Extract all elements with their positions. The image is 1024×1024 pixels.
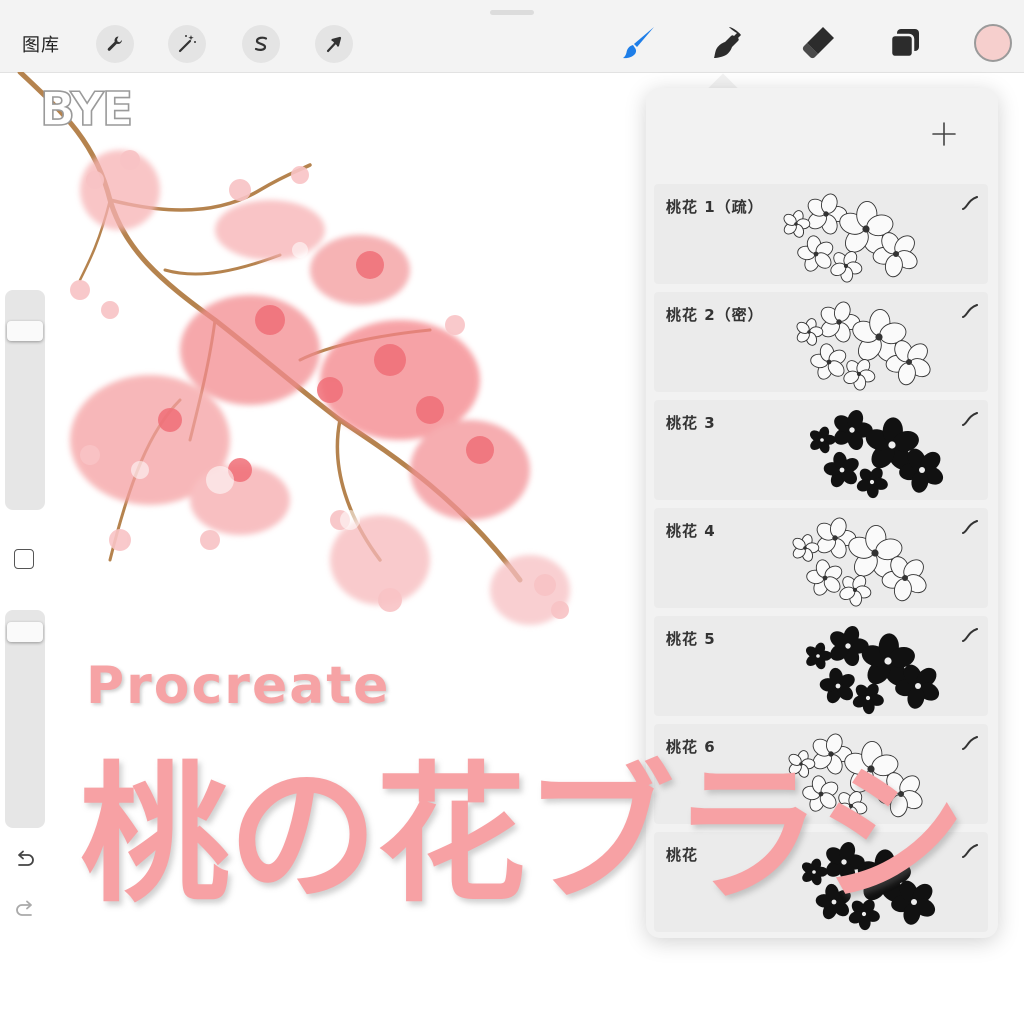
stroke-indicator-icon [962, 520, 978, 534]
brush-preview-stroke [809, 409, 944, 499]
add-brush-button[interactable] [924, 114, 964, 154]
top-grabber[interactable] [490, 10, 534, 15]
eraser-tool-button[interactable] [796, 22, 838, 64]
cherry-blossom-artwork [17, 72, 570, 625]
brush-name: 桃花 1（疏） [666, 198, 764, 216]
brush-name: 桃花 2（密） [666, 306, 764, 324]
brush-preview-stroke [796, 301, 931, 391]
layers-tool-button[interactable] [884, 22, 926, 64]
selection-button[interactable] [242, 25, 280, 63]
stroke-indicator-icon [962, 412, 978, 426]
undo-button[interactable] [12, 848, 38, 872]
left-sidebar [0, 284, 50, 934]
redo-button[interactable] [12, 898, 38, 922]
main-title: 桃の花ブラシ [80, 749, 967, 923]
brush-preview-stroke [792, 517, 927, 607]
brush-size-thumb[interactable] [7, 321, 43, 342]
brush-size-slider[interactable] [5, 290, 45, 510]
redo-arrow-icon [16, 900, 32, 916]
brush-icon [623, 27, 654, 59]
adjustments-button[interactable] [168, 25, 206, 63]
transform-button[interactable] [315, 25, 353, 63]
wrench-icon [107, 36, 122, 51]
stroke-indicator-icon [962, 628, 978, 642]
modify-button[interactable] [14, 549, 34, 569]
top-toolbar: 图库 [0, 0, 1024, 73]
opacity-slider[interactable] [5, 610, 45, 828]
brush-item[interactable]: 桃花 4 [654, 508, 988, 608]
brush-preview-stroke [805, 625, 940, 715]
layers-icon [889, 29, 919, 59]
smudge-tool-button[interactable] [706, 22, 748, 64]
current-color-swatch[interactable] [974, 24, 1012, 62]
brush-item[interactable]: 桃花 5 [654, 616, 988, 716]
undo-arrow-icon [18, 850, 34, 866]
transform-arrow-icon [326, 36, 342, 53]
magic-wand-icon [178, 35, 196, 53]
eraser-icon [802, 27, 834, 59]
brush-name: 桃花 3 [666, 414, 716, 432]
selection-s-icon [254, 36, 268, 51]
stroke-indicator-icon [962, 196, 978, 210]
gallery-button[interactable]: 图库 [22, 31, 60, 57]
brush-name: 桃花 5 [666, 630, 716, 648]
brush-item[interactable]: 桃花 1（疏） [654, 184, 988, 284]
brush-item[interactable]: 桃花 3 [654, 400, 988, 500]
brush-tool-button[interactable] [618, 22, 660, 64]
plus-icon [932, 122, 956, 146]
stroke-indicator-icon [962, 304, 978, 318]
brush-preview-stroke [783, 193, 918, 283]
procreate-subtitle: Procreate [86, 656, 391, 716]
brush-item[interactable]: 桃花 2（密） [654, 292, 988, 392]
brush-name: 桃花 4 [666, 522, 716, 540]
smudge-icon [714, 27, 741, 58]
actions-button[interactable] [96, 25, 134, 63]
opacity-thumb[interactable] [7, 621, 43, 642]
watermark-logo: BYE [39, 82, 134, 136]
